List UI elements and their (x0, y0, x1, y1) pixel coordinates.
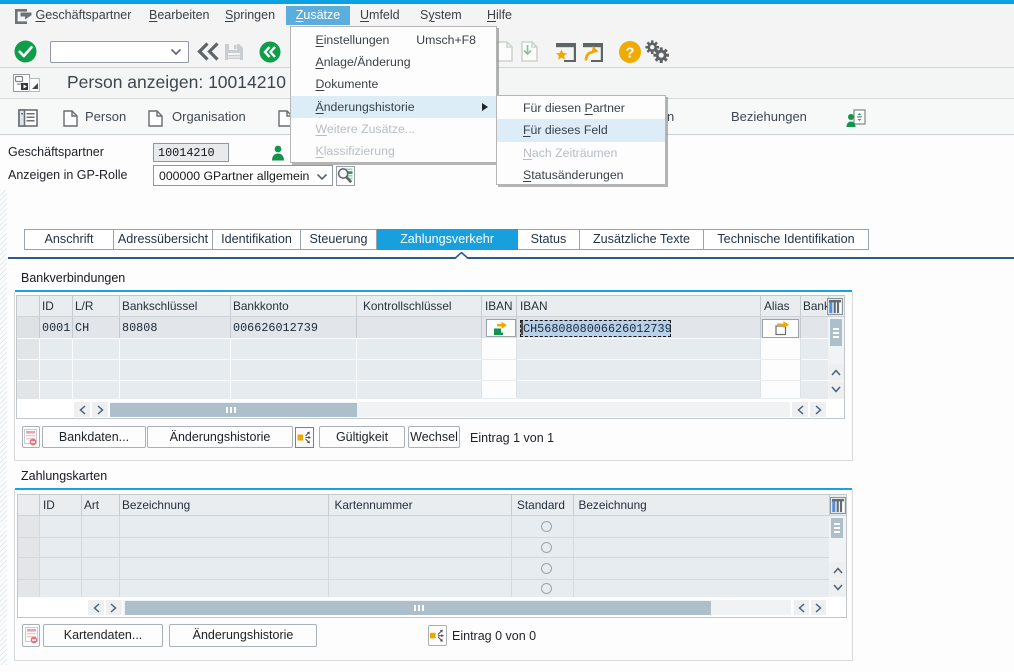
svg-text:?: ? (625, 45, 634, 62)
